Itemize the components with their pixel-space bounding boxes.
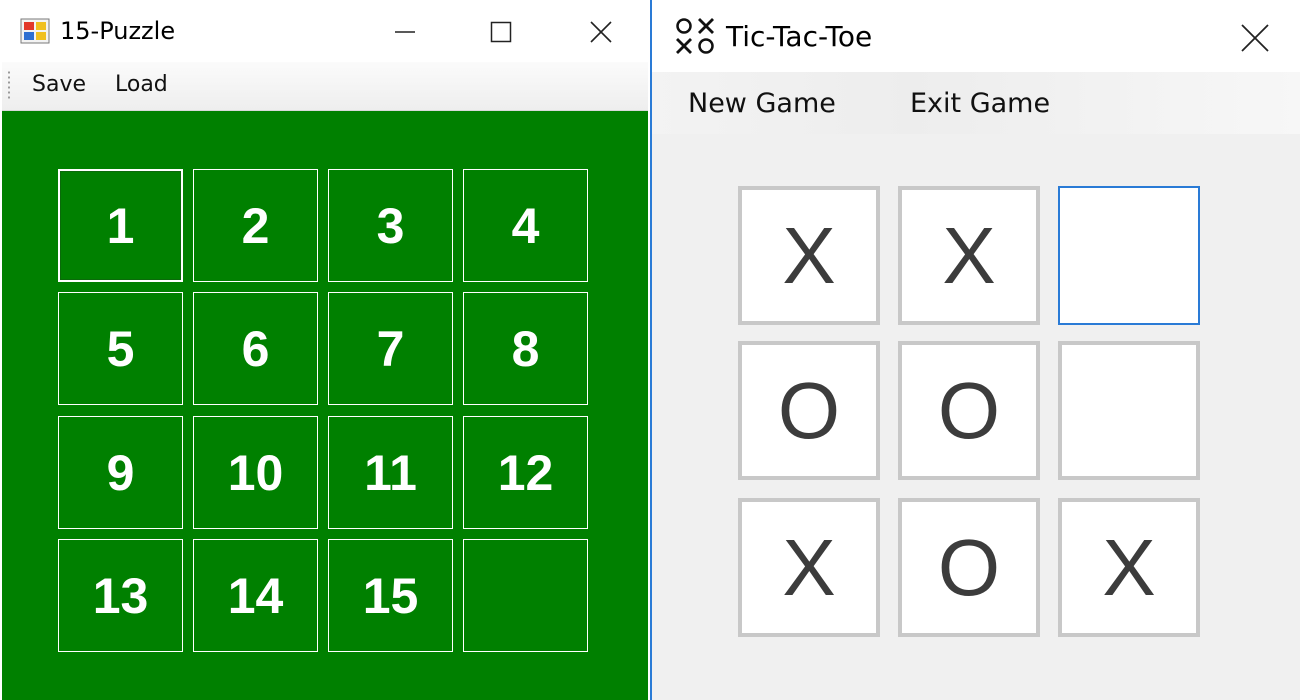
tile[interactable]: 3 — [328, 169, 453, 282]
tic-tac-toe-icon — [676, 18, 714, 54]
board-cell[interactable]: X — [738, 186, 880, 325]
tile[interactable]: 7 — [328, 292, 453, 405]
maximize-icon[interactable] — [484, 16, 518, 48]
board-cell[interactable]: O — [898, 341, 1040, 480]
minimize-icon[interactable] — [388, 16, 422, 48]
tile[interactable]: 12 — [463, 416, 588, 529]
tile[interactable]: 15 — [328, 539, 453, 652]
app-icon — [20, 18, 50, 44]
tile[interactable]: 6 — [193, 292, 318, 405]
tile[interactable]: 9 — [58, 416, 183, 529]
tile[interactable]: 10 — [193, 416, 318, 529]
menubar-grip[interactable] — [8, 70, 10, 100]
ttt-titlebar: Tic-Tac-Toe — [652, 0, 1300, 72]
menubar: New Game Exit Game — [652, 72, 1300, 134]
menu-new-game[interactable]: New Game — [684, 86, 840, 122]
tile[interactable]: 11 — [328, 416, 453, 529]
board-cell[interactable] — [1058, 186, 1200, 325]
window-title: Tic-Tac-Toe — [726, 20, 873, 53]
board-cell[interactable]: X — [1058, 498, 1200, 637]
menu-save[interactable]: Save — [32, 70, 86, 100]
menubar: Save Load — [2, 62, 648, 111]
menu-load[interactable]: Load — [115, 70, 168, 100]
tile[interactable]: 2 — [193, 169, 318, 282]
window-title: 15-Puzzle — [60, 17, 176, 45]
close-icon[interactable] — [1238, 22, 1272, 54]
board-cell[interactable]: O — [898, 498, 1040, 637]
tic-tac-toe-window: Tic-Tac-Toe New Game Exit Game X X O O X… — [650, 0, 1300, 700]
tile[interactable]: 8 — [463, 292, 588, 405]
tile[interactable]: 1 — [58, 169, 183, 282]
board-cell[interactable] — [1058, 341, 1200, 480]
board-cell[interactable]: X — [738, 498, 880, 637]
tile[interactable]: 13 — [58, 539, 183, 652]
close-icon[interactable] — [584, 16, 618, 48]
menu-exit-game[interactable]: Exit Game — [906, 86, 1054, 122]
board-cell[interactable]: O — [738, 341, 880, 480]
puzzle-window: 15-Puzzle Save Load 1 2 3 4 5 6 7 8 9 10… — [0, 0, 648, 700]
puzzle-board: 1 2 3 4 5 6 7 8 9 10 11 12 13 14 15 — [2, 111, 648, 700]
tile[interactable]: 14 — [193, 539, 318, 652]
tile[interactable]: 5 — [58, 292, 183, 405]
tile[interactable]: 4 — [463, 169, 588, 282]
puzzle-titlebar: 15-Puzzle — [0, 0, 648, 62]
board-cell[interactable]: X — [898, 186, 1040, 325]
empty-tile[interactable] — [463, 539, 588, 652]
